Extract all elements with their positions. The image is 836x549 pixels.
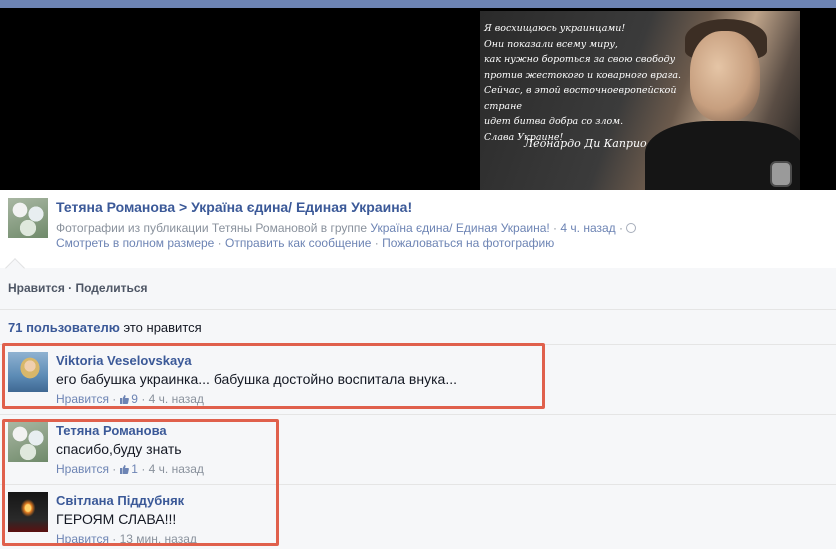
quote-line: идет битва добра со злом. xyxy=(484,116,624,127)
title-separator: > xyxy=(175,199,192,215)
meta-group-link[interactable]: Україна єдина/ Единая Украина! xyxy=(370,221,549,235)
post-meta: Фотографии из публикации Тетяны Романово… xyxy=(56,221,637,235)
quote-line: Сейчас, в этой восточноевропейской стран… xyxy=(484,85,677,112)
top-border xyxy=(0,0,836,8)
quote-line: Я восхищаюсь украинцами! xyxy=(484,23,626,34)
globe-icon[interactable] xyxy=(626,223,637,233)
photo-signature: Леонардо Ди Каприо xyxy=(524,137,647,150)
share-button[interactable]: Поделиться xyxy=(76,281,148,295)
quote-line: Они показали всему миру, xyxy=(484,38,618,50)
group-link[interactable]: Україна єдина/ Единая Украина! xyxy=(191,199,412,215)
meta-prefix: Фотографии из публикации Тетяны Романово… xyxy=(56,221,368,235)
send-as-message-link[interactable]: Отправить как сообщение xyxy=(225,236,371,250)
quote-line: против жестокого и коварного врага. xyxy=(484,69,682,81)
view-full-size-link[interactable]: Смотреть в полном размере xyxy=(56,236,214,250)
photo-info: Тетяна Романова > Україна єдина/ Единая … xyxy=(0,190,836,268)
action-bar: Нравится · Поделиться xyxy=(8,281,148,295)
like-count-suffix: это нравится xyxy=(123,320,202,335)
highlight-box xyxy=(2,343,545,409)
photo-watch xyxy=(770,161,792,187)
report-photo-link[interactable]: Пожаловаться на фотографию xyxy=(382,236,554,250)
post-title: Тетяна Романова > Україна єдина/ Единая … xyxy=(56,199,412,215)
photo-viewer[interactable]: Я восхищаюсь украинцами! Они показали вс… xyxy=(0,8,836,190)
likers-link[interactable]: 71 пользователю xyxy=(8,320,120,335)
main-photo[interactable]: Я восхищаюсь украинцами! Они показали вс… xyxy=(480,11,800,190)
author-link[interactable]: Тетяна Романова xyxy=(56,199,175,215)
quote-line: как нужно бороться за свою свободу xyxy=(484,54,676,65)
photo-face xyxy=(690,31,760,121)
like-button[interactable]: Нравится xyxy=(8,281,65,295)
highlight-box xyxy=(2,419,279,546)
author-avatar[interactable] xyxy=(8,198,48,238)
post-time[interactable]: 4 ч. назад xyxy=(560,221,615,235)
photo-actions: Смотреть в полном размере · Отправить ка… xyxy=(56,236,555,250)
like-count: 71 пользователю это нравится xyxy=(0,309,836,344)
photo-quote: Я восхищаюсь украинцами! Они показали вс… xyxy=(484,21,694,145)
